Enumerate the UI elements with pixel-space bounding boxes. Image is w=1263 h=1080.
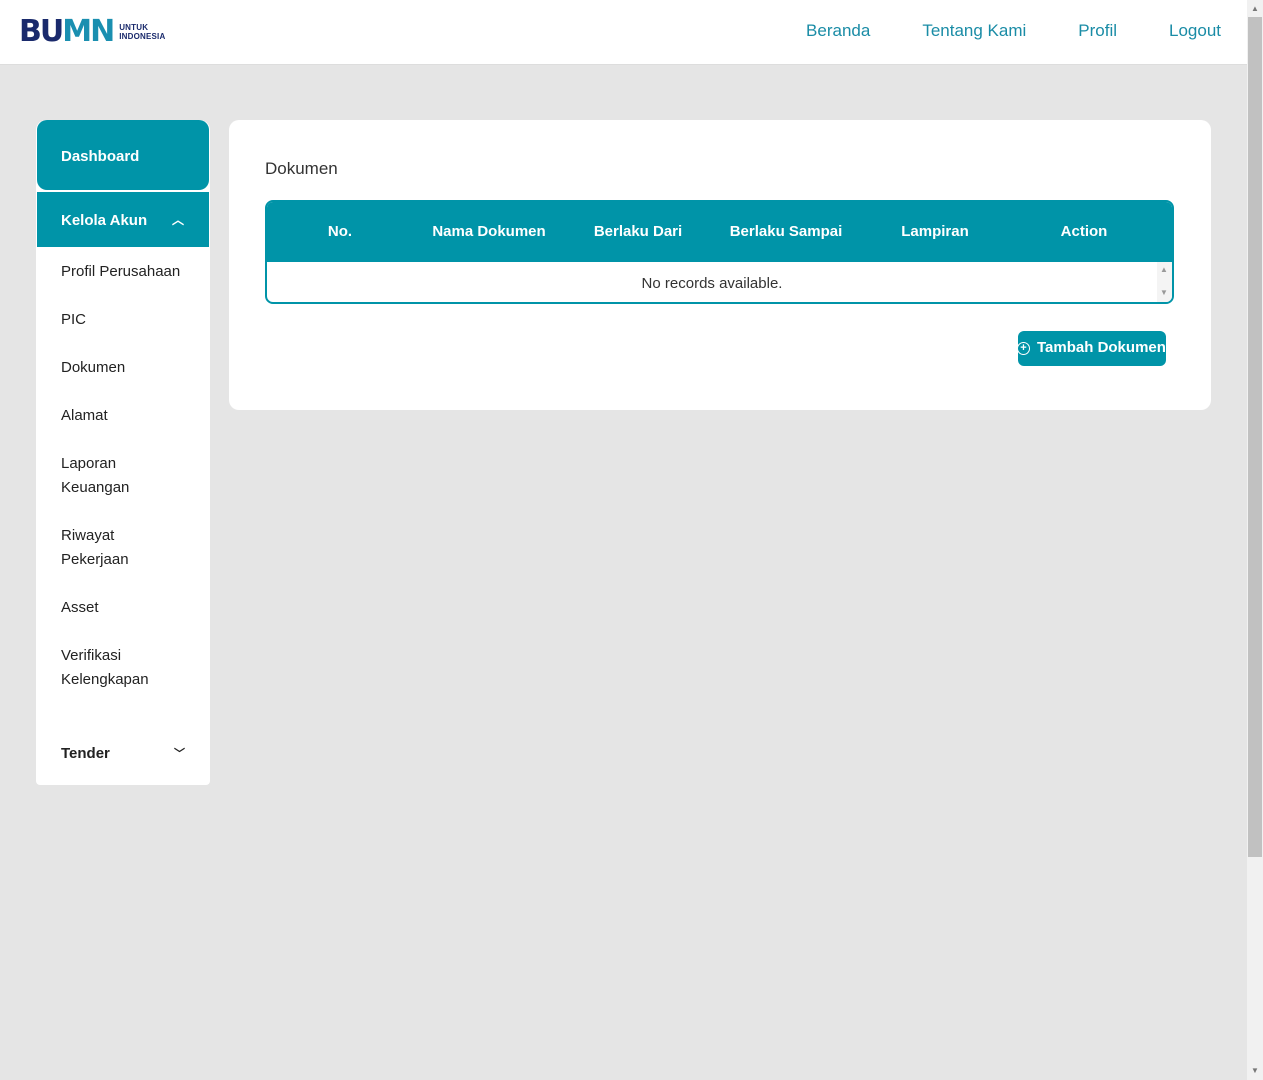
sidebar-item-riwayat-pekerjaan[interactable]: Riwayat Pekerjaan xyxy=(61,524,141,572)
logo-tagline-top: UNTUK xyxy=(119,23,149,32)
table-header: No. Nama Dokumen Berlaku Dari Berlaku Sa… xyxy=(267,202,1172,262)
column-header-no[interactable]: No. xyxy=(328,223,352,240)
tambah-dokumen-button[interactable]: + Tambah Dokumen xyxy=(1018,331,1166,366)
table-scrollbar[interactable]: ▲ ▼ xyxy=(1157,262,1172,302)
sidebar-item-verifikasi-kelengkapan[interactable]: Verifikasi Kelengkapan xyxy=(61,644,161,692)
sidebar-item-dokumen[interactable]: Dokumen xyxy=(61,356,125,380)
dokumen-card: Dokumen No. Nama Dokumen Berlaku Dari Be… xyxy=(229,120,1211,410)
scrollbar-thumb[interactable] xyxy=(1248,17,1262,857)
column-header-action[interactable]: Action xyxy=(1061,223,1108,240)
nav-profil[interactable]: Profil xyxy=(1078,20,1117,42)
page-title: Dokumen xyxy=(265,159,338,178)
nav-logout[interactable]: Logout xyxy=(1169,20,1221,42)
sidebar: Dashboard Kelola Akun ︿ Profil Perusahaa… xyxy=(36,120,210,785)
sidebar-item-profil-perusahaan[interactable]: Profil Perusahaan xyxy=(61,260,180,284)
sidebar-item-kelola-akun[interactable]: Kelola Akun ︿ xyxy=(37,192,209,247)
column-header-nama-dokumen[interactable]: Nama Dokumen xyxy=(432,223,545,240)
logo-tagline: UNTUK INDONESIA xyxy=(119,23,165,41)
scroll-down-icon[interactable]: ▼ xyxy=(1251,1066,1259,1075)
sidebar-item-dashboard[interactable]: Dashboard xyxy=(37,120,209,190)
sidebar-item-tender[interactable]: Tender ﹀ xyxy=(61,745,185,762)
sidebar-item-alamat[interactable]: Alamat xyxy=(61,404,108,428)
top-header: BUMN UNTUK INDONESIA Beranda Tentang Kam… xyxy=(0,0,1247,65)
chevron-up-icon: ︿ xyxy=(171,213,184,227)
logo-main: BUMN xyxy=(19,14,115,49)
scroll-up-icon[interactable]: ▲ xyxy=(1251,4,1259,13)
page-scrollbar[interactable]: ▲ ▼ xyxy=(1247,0,1263,1080)
sidebar-item-label: Kelola Akun xyxy=(61,212,148,229)
scroll-up-icon[interactable]: ▲ xyxy=(1160,265,1168,274)
logo-tagline-bottom: INDONESIA xyxy=(119,32,166,41)
bumn-logo[interactable]: BUMN UNTUK INDONESIA xyxy=(19,17,165,47)
sidebar-item-pic[interactable]: PIC xyxy=(61,308,86,332)
sidebar-item-label: Tender xyxy=(61,745,110,762)
plus-circle-icon: + xyxy=(1018,342,1030,355)
nav-tentang-kami[interactable]: Tentang Kami xyxy=(922,20,1026,42)
column-header-berlaku-dari[interactable]: Berlaku Dari xyxy=(594,223,682,240)
nav-beranda[interactable]: Beranda xyxy=(806,20,870,42)
dokumen-table: No. Nama Dokumen Berlaku Dari Berlaku Sa… xyxy=(265,200,1174,304)
chevron-down-icon: ﹀ xyxy=(174,748,185,760)
top-nav: Beranda Tentang Kami Profil Logout xyxy=(754,20,1221,42)
empty-message: No records available. xyxy=(641,275,783,292)
button-label: Tambah Dokumen xyxy=(1037,339,1166,356)
column-header-berlaku-sampai[interactable]: Berlaku Sampai xyxy=(730,223,843,240)
column-header-lampiran[interactable]: Lampiran xyxy=(901,223,969,240)
scroll-down-icon[interactable]: ▼ xyxy=(1160,288,1168,297)
table-body: No records available. xyxy=(267,262,1172,302)
sidebar-item-laporan-keuangan[interactable]: Laporan Keuangan xyxy=(61,452,141,500)
sidebar-item-asset[interactable]: Asset xyxy=(61,596,99,620)
